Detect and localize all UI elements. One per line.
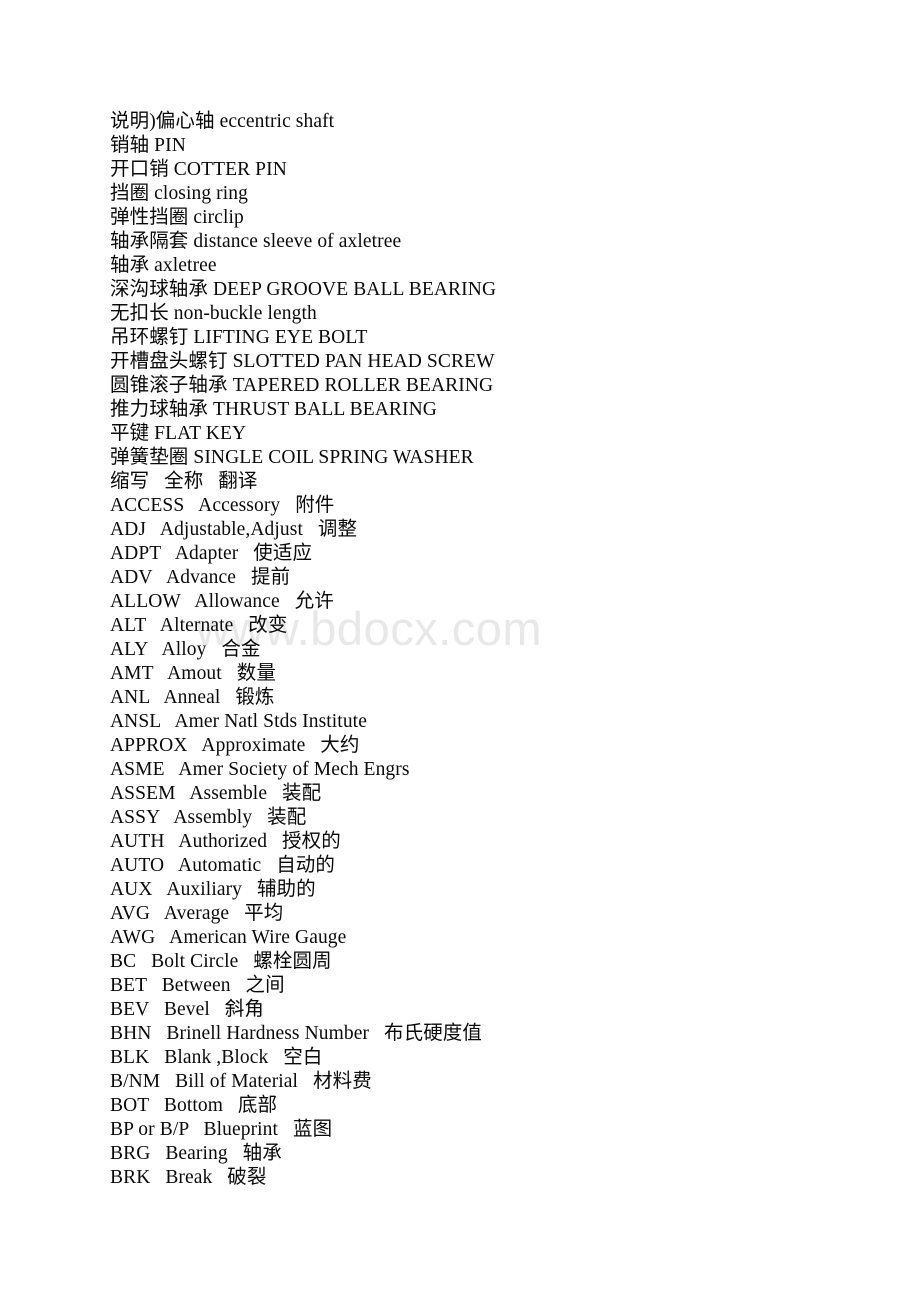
abbreviation-line: AMT Amout 数量 xyxy=(110,663,276,684)
terms-section: 说明)偏心轴 eccentric shaft 销轴 PIN 开口销 COTTER… xyxy=(110,110,870,470)
abbreviation-line: ASSY Assembly 装配 xyxy=(110,807,307,828)
glossary-term-line: 弹性挡圈 circlip xyxy=(110,207,244,228)
glossary-term-line: 吊环螺钉 LIFTING EYE BOLT xyxy=(110,327,368,348)
abbreviation-line: BHN Brinell Hardness Number 布氏硬度值 xyxy=(110,1023,482,1044)
glossary-term-line: 推力球轴承 THRUST BALL BEARING xyxy=(110,399,437,420)
document-text-body: 说明)偏心轴 eccentric shaft 销轴 PIN 开口销 COTTER… xyxy=(110,110,870,1190)
glossary-term-line: 说明)偏心轴 eccentric shaft xyxy=(110,111,335,132)
abbreviation-line: ACCESS Accessory 附件 xyxy=(110,495,335,516)
glossary-term-line: 开口销 COTTER PIN xyxy=(110,159,287,180)
abbreviation-line: BC Bolt Circle 螺栓圆周 xyxy=(110,951,332,972)
glossary-term-line: 轴承 axletree xyxy=(110,255,217,276)
abbreviation-line: BOT Bottom 底部 xyxy=(110,1095,278,1116)
abbreviation-line: ASME Amer Society of Mech Engrs xyxy=(110,759,410,780)
abbreviations-section: ACCESS Accessory 附件 ADJ Adjustable,Adjus… xyxy=(110,494,870,1190)
glossary-term-line: 深沟球轴承 DEEP GROOVE BALL BEARING xyxy=(110,279,497,300)
abbreviation-line: BEV Bevel 斜角 xyxy=(110,999,264,1020)
abbreviation-line: ALY Alloy 合金 xyxy=(110,639,261,660)
abbreviation-line: ADV Advance 提前 xyxy=(110,567,291,588)
abbreviation-line: AVG Average 平均 xyxy=(110,903,284,924)
glossary-term-line: 挡圈 closing ring xyxy=(110,183,248,204)
abbreviation-line: ANL Anneal 锻炼 xyxy=(110,687,275,708)
abbreviation-line: ASSEM Assemble 装配 xyxy=(110,783,322,804)
glossary-term-line: 弹簧垫圈 SINGLE COIL SPRING WASHER xyxy=(110,447,474,468)
glossary-term-line: 销轴 PIN xyxy=(110,135,186,156)
abbreviation-line: AUX Auxiliary 辅助的 xyxy=(110,879,316,900)
abbreviation-line: APPROX Approximate 大约 xyxy=(110,735,360,756)
abbreviation-line: AWG American Wire Gauge xyxy=(110,927,347,948)
glossary-term-line: 轴承隔套 distance sleeve of axletree xyxy=(110,231,402,252)
glossary-term-line: 开槽盘头螺钉 SLOTTED PAN HEAD SCREW xyxy=(110,351,495,372)
glossary-term-line: 平键 FLAT KEY xyxy=(110,423,247,444)
abbreviation-table-header: 缩写 全称 翻译 xyxy=(110,471,258,492)
abbreviation-line: ADJ Adjustable,Adjust 调整 xyxy=(110,519,358,540)
abbreviation-line: BET Between 之间 xyxy=(110,975,285,996)
abbreviation-line: BLK Blank ,Block 空白 xyxy=(110,1047,323,1068)
abbreviation-line: BRK Break 破裂 xyxy=(110,1167,267,1188)
document-page: www.bdocx.com 说明)偏心轴 eccentric shaft 销轴 … xyxy=(0,0,920,1302)
abbreviation-line: ALT Alternate 改变 xyxy=(110,615,288,636)
glossary-term-line: 圆锥滚子轴承 TAPERED ROLLER BEARING xyxy=(110,375,494,396)
glossary-term-line: 无扣长 non-buckle length xyxy=(110,303,317,324)
abbreviation-line: B/NM Bill of Material 材料费 xyxy=(110,1071,372,1092)
abbreviation-line: AUTO Automatic 自动的 xyxy=(110,855,335,876)
abbreviation-line: ADPT Adapter 使适应 xyxy=(110,543,313,564)
abbreviation-line: ANSL Amer Natl Stds Institute xyxy=(110,711,367,732)
abbreviation-line: BRG Bearing 轴承 xyxy=(110,1143,282,1164)
abbreviation-line: ALLOW Allowance 允许 xyxy=(110,591,334,612)
abbreviation-line: AUTH Authorized 授权的 xyxy=(110,831,341,852)
abbreviation-line: BP or B/P Blueprint 蓝图 xyxy=(110,1119,333,1140)
